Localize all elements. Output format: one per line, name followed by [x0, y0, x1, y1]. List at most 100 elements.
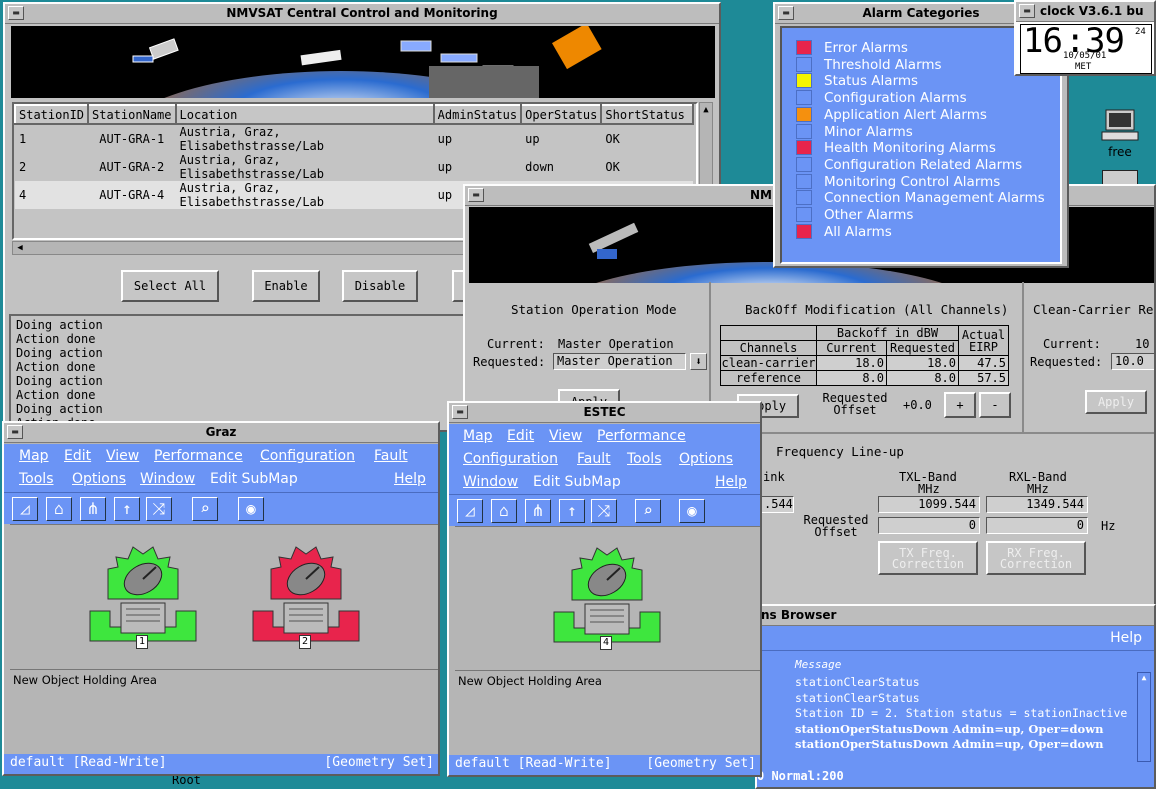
- event-message[interactable]: stationClearStatus: [795, 675, 1135, 691]
- offset-plus-button[interactable]: +: [944, 392, 976, 418]
- menu-map[interactable]: Map: [463, 428, 493, 444]
- connect-icon[interactable]: ⤨: [591, 499, 617, 523]
- offset-minus-button[interactable]: -: [979, 392, 1011, 418]
- menu-configuration[interactable]: Configuration: [260, 448, 355, 464]
- alarm-category-item[interactable]: Threshold Alarms: [796, 56, 942, 73]
- event-message[interactable]: stationOperStatusDown Admin=up, Oper=dow…: [795, 722, 1135, 738]
- menu-edit-submap[interactable]: Edit SubMap: [533, 474, 621, 490]
- select-all-button[interactable]: Select All: [121, 270, 219, 302]
- clean-carrier-requested-input[interactable]: 10.0: [1111, 353, 1154, 370]
- hp-openview-logo[interactable]: ◉: [238, 497, 264, 521]
- rx-offset-input[interactable]: 0: [986, 517, 1088, 534]
- alarm-color-swatch: [796, 73, 812, 89]
- menu-edit[interactable]: Edit: [64, 448, 91, 464]
- window-menu-button[interactable]: ▬: [778, 6, 794, 20]
- table-row[interactable]: 2 AUT-GRA-2 Austria, Graz, Elisabethstrass…: [15, 153, 693, 181]
- home-icon[interactable]: ⌂: [491, 499, 517, 523]
- window-menu-button[interactable]: ▬: [452, 405, 468, 419]
- tx-freq-correction-button[interactable]: TX Freq. Correction: [878, 541, 978, 575]
- menu-help[interactable]: Help: [394, 471, 426, 487]
- clean-carrier-apply-button[interactable]: Apply: [1085, 390, 1147, 414]
- alarm-category-item[interactable]: Configuration Alarms: [796, 90, 967, 106]
- graz-map-titlebar[interactable]: ▬ Graz: [4, 423, 438, 443]
- scroll-up-arrow-icon[interactable]: ▲: [1138, 673, 1150, 682]
- search-icon[interactable]: ⌕: [635, 499, 661, 523]
- clock-titlebar[interactable]: ▬ clock V3.6.1 bu: [1016, 2, 1154, 22]
- menu-performance[interactable]: Performance: [597, 428, 686, 444]
- graz-holding-area: New Object Holding Area: [13, 673, 157, 687]
- station-icon-4[interactable]: 4: [552, 540, 662, 650]
- alarm-category-item[interactable]: Configuration Related Alarms: [796, 156, 1022, 173]
- menu-edit-submap[interactable]: Edit SubMap: [210, 471, 298, 487]
- column-header[interactable]: AdminStatus: [432, 104, 523, 125]
- menu-window[interactable]: Window: [463, 474, 518, 490]
- events-vscrollbar[interactable]: ▲: [1137, 672, 1151, 762]
- dropdown-arrow-icon[interactable]: ⬇: [690, 353, 707, 370]
- alarm-category-item[interactable]: Health Monitoring Alarms: [796, 140, 996, 156]
- column-header[interactable]: StationID: [14, 104, 90, 125]
- menu-configuration[interactable]: Configuration: [463, 451, 558, 467]
- menu-map[interactable]: Map: [19, 448, 49, 464]
- menu-view[interactable]: View: [549, 428, 582, 444]
- menu-help[interactable]: Help: [715, 474, 747, 490]
- menu-fault[interactable]: Fault: [577, 451, 611, 467]
- up-arrow-icon[interactable]: ↑: [559, 499, 585, 523]
- draw-icon[interactable]: ◿: [457, 499, 483, 523]
- hp-openview-logo[interactable]: ◉: [679, 499, 705, 523]
- alarm-category-item[interactable]: Application Alert Alarms: [796, 106, 987, 123]
- op-mode-requested-select[interactable]: Master Operation: [553, 353, 686, 370]
- menu-window[interactable]: Window: [140, 471, 195, 487]
- connect-icon[interactable]: ⤨: [146, 497, 172, 521]
- network-icon[interactable]: ⋔: [525, 499, 551, 523]
- alarm-category-label: Error Alarms: [824, 40, 908, 56]
- table-row[interactable]: 1 AUT-GRA-1 Austria, Graz, Elisabethstrass…: [15, 124, 693, 153]
- menu-view[interactable]: View: [106, 448, 139, 464]
- station-icon-1[interactable]: 1: [88, 539, 198, 649]
- home-icon[interactable]: ⌂: [46, 497, 72, 521]
- station-icon-2[interactable]: 2: [251, 539, 361, 649]
- tx-offset-input[interactable]: 0: [878, 517, 980, 534]
- column-header[interactable]: StationName: [87, 104, 177, 125]
- column-header[interactable]: ShortStatus: [600, 104, 694, 125]
- alarm-category-item[interactable]: Error Alarms: [796, 40, 908, 56]
- alarm-category-label: Other Alarms: [824, 207, 914, 223]
- alarm-category-item[interactable]: Connection Management Alarms: [796, 190, 1045, 206]
- alarm-category-item[interactable]: All Alarms: [796, 223, 892, 240]
- menu-fault[interactable]: Fault: [374, 448, 408, 464]
- draw-icon[interactable]: ◿: [12, 497, 38, 521]
- rx-freq-correction-button[interactable]: RX Freq. Correction: [986, 541, 1086, 575]
- event-message[interactable]: stationOperStatusDown Admin=up, Oper=dow…: [795, 737, 1135, 753]
- window-menu-button[interactable]: ▬: [7, 425, 23, 439]
- backoff-offset-label: Requested Offset: [822, 391, 888, 417]
- window-menu-button[interactable]: ▬: [8, 6, 24, 20]
- desktop-free-icon[interactable]: free: [1098, 108, 1142, 159]
- scroll-up-arrow-icon[interactable]: ▲: [700, 103, 712, 117]
- enable-button[interactable]: Enable: [252, 270, 320, 302]
- menu-tools[interactable]: Tools: [19, 471, 54, 487]
- main-window-titlebar[interactable]: ▬ NMVSAT Central Control and Monitoring: [5, 4, 719, 24]
- graz-map-canvas[interactable]: [10, 524, 438, 671]
- events-browser-titlebar[interactable]: ns Browser: [757, 606, 1154, 626]
- up-arrow-icon[interactable]: ↑: [114, 497, 140, 521]
- window-menu-button[interactable]: ▬: [1019, 4, 1035, 18]
- menu-edit[interactable]: Edit: [507, 428, 534, 444]
- alarm-category-item[interactable]: Other Alarms: [796, 207, 913, 223]
- network-icon[interactable]: ⋔: [80, 497, 106, 521]
- scroll-left-arrow-icon[interactable]: ◀: [13, 242, 27, 254]
- estec-map-titlebar[interactable]: ▬ ESTEC: [449, 403, 760, 423]
- alarm-category-item[interactable]: Minor Alarms: [796, 123, 913, 140]
- alarm-category-item[interactable]: Monitoring Control Alarms: [796, 173, 1000, 190]
- event-message[interactable]: stationClearStatus: [795, 691, 1135, 707]
- search-icon[interactable]: ⌕: [192, 497, 218, 521]
- event-message[interactable]: Station ID = 2. Station status = station…: [795, 706, 1135, 722]
- disable-button[interactable]: Disable: [342, 270, 418, 302]
- column-header[interactable]: Location: [174, 104, 435, 125]
- events-help-menu[interactable]: Help: [1110, 630, 1142, 646]
- menu-tools[interactable]: Tools: [627, 451, 662, 467]
- menu-performance[interactable]: Performance: [154, 448, 243, 464]
- menu-options[interactable]: Options: [679, 451, 733, 467]
- menu-options[interactable]: Options: [72, 471, 126, 487]
- column-header[interactable]: OperStatus: [520, 104, 603, 125]
- alarm-category-item[interactable]: Status Alarms: [796, 73, 918, 89]
- window-menu-button[interactable]: ▬: [468, 188, 484, 202]
